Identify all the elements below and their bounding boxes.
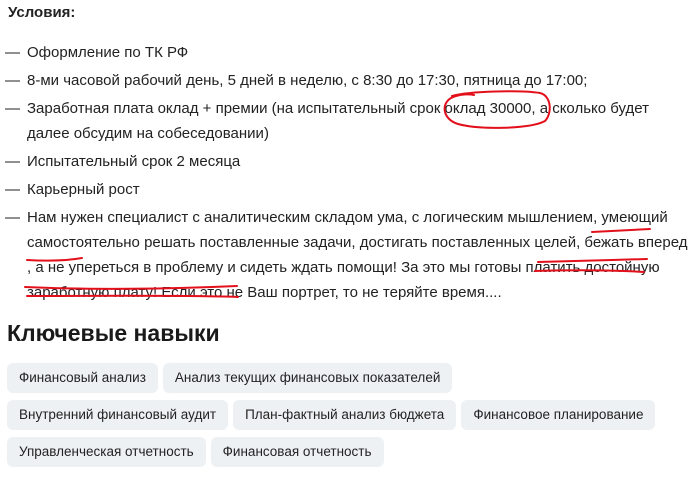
condition-text: Оформление по ТК РФ <box>27 44 189 61</box>
key-skills-heading: Ключевые навыки <box>7 320 220 346</box>
list-dash: — <box>5 181 20 198</box>
condition-item: — 8-ми часовой рабочий день, 5 дней в нед… <box>5 68 690 93</box>
conditions-list: — Оформление по ТК РФ — 8-ми часовой рабоч… <box>5 40 690 308</box>
skill-tag[interactable]: Финансовое планирование <box>461 400 656 430</box>
condition-text: Испытательный срок 2 месяца <box>27 153 241 170</box>
condition-item: — Заработная плата оклад + премии (на исп… <box>5 96 690 146</box>
condition-text: Карьерный рост <box>27 181 140 198</box>
list-dash: — <box>5 153 20 170</box>
condition-text: 8-ми часовой рабочий день, 5 дней в неде… <box>27 72 588 89</box>
condition-item: — Испытательный срок 2 месяца <box>5 149 690 174</box>
conditions-title: Условия: <box>8 4 76 21</box>
skill-tag[interactable]: Анализ текущих финансовых показателей <box>162 363 453 393</box>
skill-tag[interactable]: Внутренний финансовый аудит <box>7 400 229 430</box>
skill-tag[interactable]: Финансовый анализ <box>7 363 158 393</box>
condition-item: — Карьерный рост <box>5 177 690 202</box>
list-dash: — <box>5 100 20 117</box>
skill-tag[interactable]: Управленческая отчетность <box>7 437 206 467</box>
list-dash: — <box>5 72 20 89</box>
condition-item: — Оформление по ТК РФ <box>5 40 690 65</box>
list-dash: — <box>5 209 20 226</box>
condition-text: Нам нужен специалист с аналитическим скл… <box>27 209 688 301</box>
list-dash: — <box>5 44 20 61</box>
condition-item: — Нам нужен специалист с аналитическим ск… <box>5 205 690 305</box>
condition-text: Заработная плата оклад + премии (на испы… <box>27 100 649 142</box>
skill-tag[interactable]: План-фактный анализ бюджета <box>233 400 457 430</box>
skill-tag[interactable]: Финансовая отчетность <box>210 437 384 467</box>
skill-tags: Финансовый анализ Анализ текущих финансо… <box>7 363 677 467</box>
